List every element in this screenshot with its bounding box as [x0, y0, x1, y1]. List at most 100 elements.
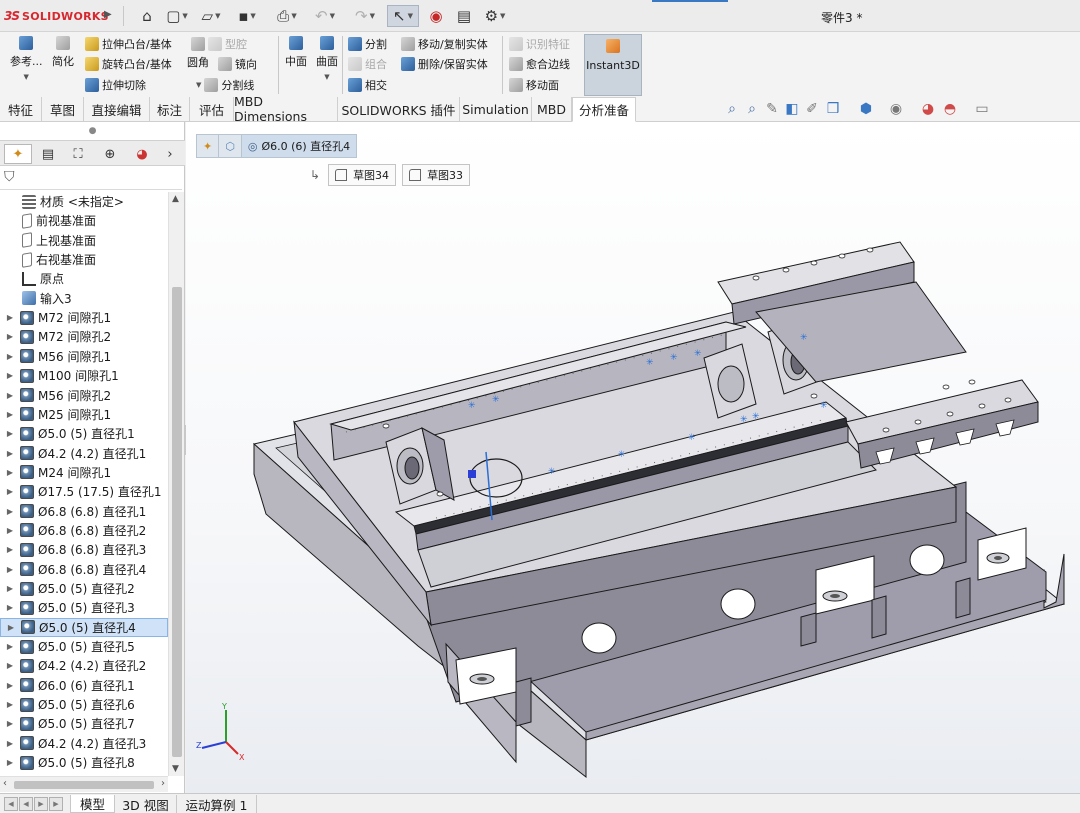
tree-item[interactable]: ▶ Ø5.0 (5) 直径孔3 — [0, 598, 168, 617]
dropdown-arrow-icon[interactable]: ▼ — [330, 12, 335, 20]
section-view-icon[interactable]: ◧ — [784, 101, 800, 117]
file-properties-button[interactable]: ▤ — [453, 5, 475, 27]
save-button[interactable]: ▪ ▼ — [232, 5, 262, 27]
parent-sketch-button[interactable]: 草图33 — [402, 164, 471, 186]
options-button[interactable]: ⚙ ▼ — [480, 5, 510, 27]
expand-arrow-icon[interactable]: ▶ — [4, 487, 16, 496]
next-tab-button[interactable]: ▶ — [34, 797, 48, 811]
hide-show-icon[interactable]: ◉ — [888, 101, 904, 117]
tree-item[interactable]: ▶ Ø5.0 (5) 直径孔8 — [0, 753, 168, 772]
new-button[interactable]: ▢ ▼ — [162, 5, 192, 27]
intersect-button[interactable]: 相交 — [348, 77, 387, 93]
tab-5[interactable]: MBD Dimensions — [234, 94, 338, 124]
parent-sketch-button[interactable]: 草图34 — [328, 164, 397, 186]
dropdown-arrow-icon[interactable]: ▼ — [215, 12, 220, 20]
tree-item[interactable]: ▶ Ø4.2 (4.2) 直径孔3 — [0, 734, 168, 753]
expand-arrow-icon[interactable]: ▶ — [4, 545, 16, 554]
dimxpert-manager-tab[interactable]: ⊕ — [96, 144, 124, 164]
graphics-area[interactable]: ✳ ✳ ✳ ✳ ✳ ✳ ✳ ✳ ✳ ✳ ✳ ✳ ✦ ⬡ ◎ Ø6.0 (6) 直… — [186, 122, 1080, 793]
expand-arrow-icon[interactable]: ▶ — [4, 429, 16, 438]
tree-item[interactable]: ▶ M25 间隙孔1 — [0, 405, 168, 424]
expand-arrow-icon[interactable]: ▶ — [4, 410, 16, 419]
view-settings-icon[interactable]: ▭ — [974, 101, 990, 117]
dropdown-arrow-icon[interactable]: ▼ — [324, 73, 329, 81]
expand-arrow-icon[interactable]: ▶ — [4, 449, 16, 458]
breadcrumb-part[interactable]: ✦ — [196, 134, 220, 158]
tree-item[interactable]: ▶ Ø5.0 (5) 直径孔5 — [0, 637, 168, 656]
extrude-cut-button[interactable]: 拉伸切除 — [85, 77, 146, 93]
dropdown-arrow-icon[interactable]: ▼ — [24, 73, 29, 81]
view-orientation-icon[interactable]: ❒ — [825, 101, 841, 117]
revolve-boss-button[interactable]: 旋转凸台/基体 — [85, 56, 172, 72]
tab-7[interactable]: Simulation — [460, 97, 532, 121]
display-manager-tab[interactable]: ◕ — [128, 144, 156, 164]
move-copy-body-button[interactable]: 移动/复制实体 — [401, 36, 488, 52]
dropdown-arrow-icon[interactable]: ▼ — [408, 12, 413, 20]
redo-button[interactable]: ↷ ▼ — [350, 5, 380, 27]
split-button[interactable]: 分割 — [348, 36, 387, 52]
tree-item[interactable]: ▶ Ø6.8 (6.8) 直径孔2 — [0, 521, 168, 540]
tree-item[interactable]: ▶ M56 间隙孔1 — [0, 347, 168, 366]
undo-button[interactable]: ↶ ▼ — [310, 5, 340, 27]
mount-hole[interactable] — [830, 594, 840, 598]
tree-item[interactable]: 上视基准面 — [0, 231, 168, 250]
panel-grip[interactable]: ● — [0, 122, 185, 140]
mount-hole[interactable] — [477, 677, 487, 681]
recognize-features-button[interactable]: 识别特征 — [509, 36, 570, 52]
tab-1[interactable]: 草图 — [42, 97, 84, 121]
tree-horizontal-scrollbar[interactable]: ‹ › — [0, 776, 168, 792]
solidworks-logo[interactable]: 3S SOLIDWORKS — [4, 6, 109, 26]
tree-item[interactable]: 原点 — [0, 269, 168, 288]
scroll-thumb[interactable] — [172, 287, 182, 757]
dropdown-arrow-icon[interactable]: ▼ — [250, 12, 255, 20]
tree-item[interactable]: ▶ Ø5.0 (5) 直径孔1 — [0, 424, 168, 443]
print-button[interactable]: ⎙ ▼ — [272, 5, 302, 27]
tree-item[interactable]: ▶ M24 间隙孔1 — [0, 463, 168, 482]
fillet-button[interactable]: 圆角 — [187, 54, 209, 70]
rebuild-button[interactable]: ◉ — [425, 5, 447, 27]
tree-item[interactable]: ▶ Ø6.8 (6.8) 直径孔1 — [0, 502, 168, 521]
scroll-up-icon[interactable]: ▲ — [172, 194, 179, 204]
surface-button[interactable]: 曲面 ▼ — [316, 36, 338, 81]
tab-8[interactable]: MBD — [532, 97, 572, 121]
home-button[interactable]: ⌂ — [136, 5, 158, 27]
machine-base-model[interactable]: ✳ ✳ ✳ ✳ ✳ ✳ ✳ ✳ ✳ ✳ ✳ ✳ — [186, 122, 1080, 793]
side-access-hole[interactable] — [720, 588, 756, 620]
expand-arrow-icon[interactable]: ▶ — [4, 313, 16, 322]
dynamic-annotation-icon[interactable]: ✐ — [804, 101, 820, 117]
tree-vertical-scrollbar[interactable]: ▲ ▼ — [168, 192, 184, 776]
simplify-button[interactable]: 简化 — [52, 36, 74, 69]
move-face-button[interactable]: 移动面 — [509, 77, 559, 93]
bottom-tab-1[interactable]: 3D 视图 — [115, 795, 177, 813]
prev-tab-button[interactable]: ◀ — [19, 797, 33, 811]
last-tab-button[interactable]: ▶ — [49, 797, 63, 811]
tree-item[interactable]: ▶ M72 间隙孔2 — [0, 327, 168, 346]
expand-arrow-icon[interactable]: ▶ — [4, 332, 16, 341]
knit-edge-button[interactable]: 愈合边线 — [509, 56, 570, 72]
delete-keep-body-button[interactable]: 删除/保留实体 — [401, 56, 488, 72]
select-button[interactable]: ↖ ▼ — [387, 5, 419, 27]
breadcrumb-selected-feature[interactable]: ◎ Ø6.0 (6) 直径孔4 — [240, 134, 358, 158]
split-line-button[interactable]: ▼ 分割线 — [196, 77, 254, 93]
bearing-bore[interactable] — [404, 456, 420, 480]
tree-item[interactable]: ▶ Ø5.0 (5) 直径孔7 — [0, 714, 168, 733]
dropdown-arrow-icon[interactable]: ▼ — [500, 12, 505, 20]
bottom-tab-2[interactable]: 运动算例 1 — [177, 795, 257, 813]
open-button[interactable]: ▱ ▼ — [196, 5, 226, 27]
expand-arrow-icon[interactable]: ▶ — [4, 661, 16, 670]
tree-filter[interactable]: ⛉ — [0, 166, 182, 190]
expand-arrow-icon[interactable]: ▶ — [4, 603, 16, 612]
tab-6[interactable]: SOLIDWORKS 插件 — [338, 97, 460, 121]
zoom-area-icon[interactable]: ⌕ — [744, 101, 760, 117]
property-manager-tab[interactable]: ▤ — [34, 144, 62, 164]
tab-3[interactable]: 标注 — [150, 97, 190, 121]
tree-item[interactable]: ▶ Ø6.8 (6.8) 直径孔4 — [0, 560, 168, 579]
tree-item[interactable]: ▶ M100 间隙孔1 — [0, 366, 168, 385]
breadcrumb-body[interactable]: ⬡ — [218, 134, 242, 158]
expand-arrow-icon[interactable]: ▶ — [4, 719, 16, 728]
selection-handle[interactable] — [468, 470, 476, 478]
tree-item[interactable]: ▶ Ø5.0 (5) 直径孔6 — [0, 695, 168, 714]
tree-item[interactable]: ▶ Ø5.0 (5) 直径孔2 — [0, 579, 168, 598]
tree-item[interactable]: ▶ Ø17.5 (17.5) 直径孔1 — [0, 482, 168, 501]
midplane-button[interactable]: 中面 — [285, 36, 307, 69]
